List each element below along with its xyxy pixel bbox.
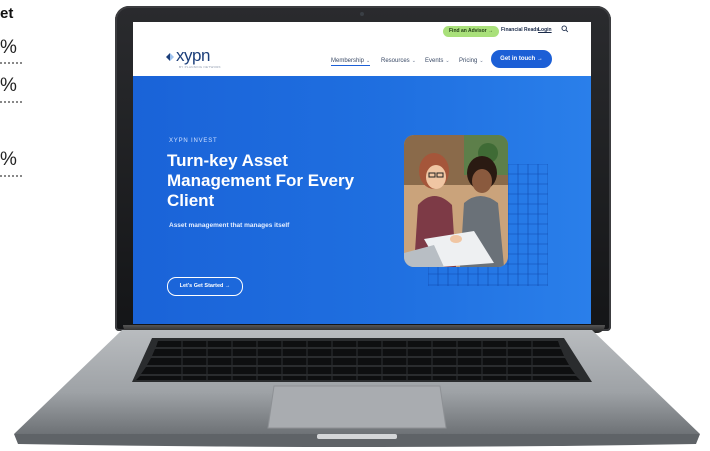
fragment-percent-3: % [0, 149, 17, 170]
fragment-dotted-rule [0, 62, 22, 64]
fragment-dotted-rule [0, 175, 22, 177]
nav-item-label: Resources [381, 58, 410, 64]
fragment-dotted-rule [0, 101, 22, 103]
find-advisor-button[interactable]: Find an Advisor → [443, 26, 499, 37]
nav-item-label: Membership [331, 58, 365, 64]
hero-section: XYPN INVEST Turn-key Asset Management Fo… [133, 76, 591, 324]
clipped-content-fragment: et % % % [0, 0, 30, 200]
fragment-percent-2: % [0, 75, 17, 96]
hero-subhead: Asset management that manages itself [169, 222, 290, 229]
fragment-percent-1: % [0, 37, 17, 58]
hero-photo-two-women [404, 135, 508, 267]
get-in-touch-button[interactable]: Get in touch → [491, 50, 552, 68]
laptop-lid: Find an Advisor → Financial Reads Login … [115, 6, 611, 331]
nav-item-membership[interactable]: Membership ⌄ [331, 58, 371, 66]
search-icon[interactable] [561, 25, 569, 33]
logo-tagline: BY PLANNING NETWORK [179, 65, 221, 69]
logo-wordmark: xypn [176, 46, 210, 65]
hero-headline: Turn-key Asset Management For Every Clie… [167, 151, 355, 210]
nav-item-events[interactable]: Events ⌄ [425, 58, 450, 64]
webcam [360, 12, 364, 16]
nav-item-resources[interactable]: Resources ⌄ [381, 58, 416, 64]
chevron-down-icon: ⌄ [366, 58, 371, 64]
laptop-base [14, 330, 700, 447]
fragment-title: et [0, 5, 14, 22]
chevron-down-icon: ⌄ [445, 58, 450, 64]
lets-get-started-button[interactable]: Let's Get Started → [167, 277, 243, 296]
nav-item-label: Events [425, 58, 444, 64]
chevron-down-icon: ⌄ [411, 58, 416, 64]
logo-mark-icon [166, 53, 174, 61]
financial-reads-link[interactable]: Financial Reads [501, 27, 539, 33]
login-link[interactable]: Login [538, 27, 552, 33]
nav-item-pricing[interactable]: Pricing ⌄ [459, 58, 484, 64]
nav-item-label: Pricing [459, 58, 478, 64]
utility-bar: Find an Advisor → Financial Reads Login [133, 22, 591, 40]
chevron-down-icon: ⌄ [479, 58, 484, 64]
laptop-screen: Find an Advisor → Financial Reads Login … [133, 22, 591, 324]
hero-eyebrow: XYPN INVEST [169, 138, 218, 144]
main-navbar: xypn BY PLANNING NETWORK Membership ⌄ Res… [133, 40, 591, 77]
